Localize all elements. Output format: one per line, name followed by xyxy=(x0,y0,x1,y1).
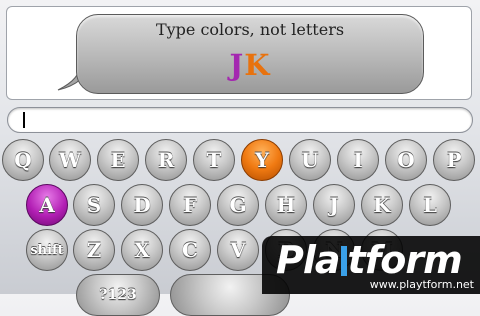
key-u[interactable]: U xyxy=(289,139,331,181)
key-p[interactable]: P xyxy=(433,139,475,181)
key-j[interactable]: J xyxy=(313,184,355,226)
target-letters: JK xyxy=(76,48,424,82)
answer-input[interactable] xyxy=(7,107,473,133)
key-g[interactable]: G xyxy=(217,184,259,226)
key-i[interactable]: I xyxy=(337,139,379,181)
key-k[interactable]: K xyxy=(361,184,403,226)
target-letter-j: J xyxy=(229,48,245,82)
key-l[interactable]: L xyxy=(409,184,451,226)
key-t[interactable]: T xyxy=(193,139,235,181)
key-y[interactable]: Y xyxy=(241,139,283,181)
text-caret xyxy=(23,112,25,128)
key-x[interactable]: X xyxy=(121,229,163,271)
target-letter-k: K xyxy=(244,48,271,82)
key-q[interactable]: Q xyxy=(2,139,44,181)
key-a[interactable]: A xyxy=(26,184,68,226)
key-e[interactable]: E xyxy=(97,139,139,181)
prompt-text: Type colors, not letters xyxy=(155,20,345,39)
watermark-url: www.playtform.net xyxy=(369,278,474,291)
key-v[interactable]: V xyxy=(217,229,259,271)
key-h[interactable]: H xyxy=(265,184,307,226)
playtform-watermark: Pla tform www.playtform.net xyxy=(262,236,480,294)
key-d[interactable]: D xyxy=(121,184,163,226)
key-f[interactable]: F xyxy=(169,184,211,226)
key-o[interactable]: O xyxy=(385,139,427,181)
key-s[interactable]: S xyxy=(73,184,115,226)
key-z[interactable]: Z xyxy=(73,229,115,271)
shift-key[interactable]: shift xyxy=(26,229,68,271)
key-r[interactable]: R xyxy=(145,139,187,181)
key-c[interactable]: C xyxy=(169,229,211,271)
key-w[interactable]: W xyxy=(49,139,91,181)
playtform-logo: Pla tform xyxy=(276,238,463,282)
numbers-key[interactable]: ?123 xyxy=(76,274,160,316)
